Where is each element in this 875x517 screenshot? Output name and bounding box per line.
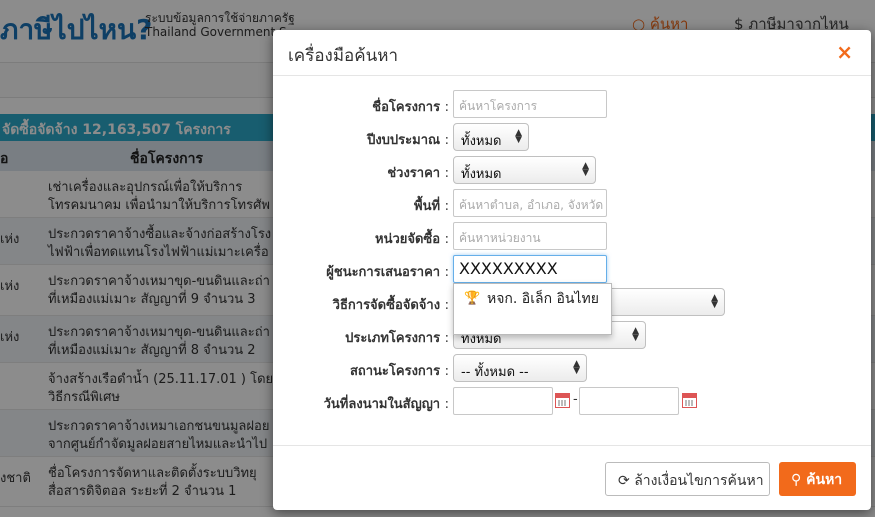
field-area: พื้นที่ : ค้นหาตำบล, อำเภอ, จังหวัด [273,189,871,217]
modal-footer: ⟳ ล้างเงื่อนไขการค้นหา ⚲ ค้นหา [273,445,871,510]
label-text: ช่วงราคา [387,166,441,181]
chevron-updown-icon: ▲ ▼ [632,326,639,343]
search-button-label: ค้นหา [806,472,843,488]
field-winner: ผู้ชนะการเสนอราคา : XXXXXXXXX [273,255,871,283]
contract-date-from-input[interactable] [453,387,553,415]
calendar-icon[interactable] [555,393,570,408]
select-value: ทั้งหมด [461,167,502,182]
label-text: ปีงบประมาณ [367,133,441,148]
label-colon: : [444,364,449,379]
field-label: วิธีการจัดซื้อจัดจ้าง : [333,294,449,315]
label-text: พื้นที่ [414,199,441,214]
calendar-icon[interactable] [682,393,697,408]
field-project-status: สถานะโครงการ : -- ทั้งหมด -- ▲ ▼ [273,354,871,382]
search-icon: ⚲ [791,472,807,488]
label-colon: : [444,133,449,148]
label-text: ผู้ชนะการเสนอราคา [326,265,441,280]
field-label: ชื่อโครงการ : [372,96,449,117]
date-range-separator: - [573,392,578,407]
price-range-select[interactable]: ทั้งหมด ▲ ▼ [453,156,596,184]
search-tool-modal: เครื่องมือค้นหา × ชื่อโครงการ : ค้นหาโคร… [273,30,871,510]
label-text: สถานะโครงการ [349,364,441,379]
project-name-input[interactable]: ค้นหาโครงการ [453,90,607,118]
search-button[interactable]: ⚲ ค้นหา [779,462,856,496]
label-colon: : [444,265,449,280]
modal-header: เครื่องมือค้นหา × [273,30,871,76]
label-text: หน่วยจัดซื้อ [375,232,441,247]
label-text: ชื่อโครงการ [372,100,441,115]
field-label: พื้นที่ : [414,195,449,216]
label-colon: : [444,100,449,115]
clear-button-label: ล้างเงื่อนไขการค้นหา [634,473,764,489]
field-contract-date: วันที่ลงนามในสัญญา : - [273,387,871,415]
label-colon: : [444,397,449,412]
chevron-updown-icon: ▲ ▼ [711,293,718,310]
field-label: ปีงบประมาณ : [367,129,449,150]
label-colon: : [444,232,449,247]
fiscal-year-select[interactable]: ทั้งหมด ▲ ▼ [453,123,529,151]
autocomplete-option[interactable]: หจก. อิเล็ก อินไทย [487,289,607,310]
label-colon: : [444,199,449,214]
label-text: ประเภทโครงการ [345,331,441,346]
clear-filters-button[interactable]: ⟳ ล้างเงื่อนไขการค้นหา [605,462,770,496]
chevron-updown-icon: ▲ ▼ [515,128,522,145]
label-colon: : [444,298,449,313]
field-label: หน่วยจัดซื้อ : [375,228,449,249]
field-agency: หน่วยจัดซื้อ : ค้นหาหน่วยงาน [273,222,871,250]
field-fiscal-year: ปีงบประมาณ : ทั้งหมด ▲ ▼ [273,123,871,151]
label-text: วิธีการจัดซื้อจัดจ้าง [332,298,441,313]
label-colon: : [444,331,449,346]
refresh-icon: ⟳ [618,473,635,489]
agency-input[interactable]: ค้นหาหน่วยงาน [453,222,607,250]
area-input[interactable]: ค้นหาตำบล, อำเภอ, จังหวัด [453,189,607,217]
field-label: วันที่ลงนามในสัญญา : [324,393,449,414]
field-label: สถานะโครงการ : [350,360,449,381]
modal-title: เครื่องมือค้นหา [288,46,398,66]
label-colon: : [444,166,449,181]
field-price-range: ช่วงราคา : ทั้งหมด ▲ ▼ [273,156,871,184]
field-label: ประเภทโครงการ : [345,327,449,348]
chevron-updown-icon: ▲ ▼ [582,161,589,178]
field-project-name: ชื่อโครงการ : ค้นหาโครงการ [273,90,871,118]
chevron-updown-icon: ▲ ▼ [573,359,580,376]
label-text: วันที่ลงนามในสัญญา [323,397,441,412]
close-icon[interactable]: × [836,40,853,64]
project-status-select[interactable]: -- ทั้งหมด -- ▲ ▼ [453,354,587,382]
field-label: ช่วงราคา : [387,162,449,183]
field-label: ผู้ชนะการเสนอราคา : [326,261,449,282]
winner-input[interactable]: XXXXXXXXX [453,255,607,283]
select-value: -- ทั้งหมด -- [461,365,529,380]
select-value: ทั้งหมด [461,134,502,149]
contract-date-to-input[interactable] [579,387,679,415]
winner-autocomplete-dropdown: 🏆 หจก. อิเล็ก อินไทย [453,283,612,335]
trophy-icon: 🏆 [464,291,481,306]
